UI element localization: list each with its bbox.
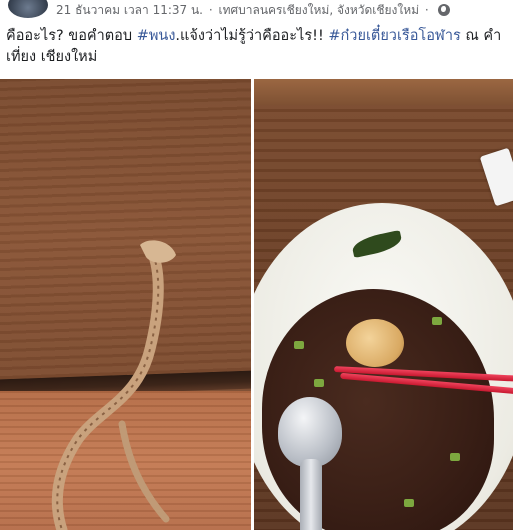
green-onion <box>432 317 442 325</box>
meta-separator: · <box>424 3 429 17</box>
globe-icon[interactable] <box>437 4 450 16</box>
meatball <box>346 319 404 367</box>
post-text: คืออะไร? ขอคำตอบ #พนง.แจ้งว่าไม่รู้ว่าคื… <box>6 26 506 68</box>
post-text-part2: .แจ้งว่าไม่รู้ว่าคืออะไร!! <box>175 28 329 44</box>
post-timestamp[interactable]: 21 ธันวาคม เวลา 11:37 น. <box>56 3 203 17</box>
foreign-object-image <box>51 240 176 530</box>
post-location[interactable]: เทศบาลนครเชียงใหม่, จังหวัดเชียงใหม่ <box>218 3 419 17</box>
post-meta: 21 ธันวาคม เวลา 11:37 น. · เทศบาลนครเชีย… <box>56 1 450 20</box>
spoon <box>278 397 342 467</box>
post-photo-right[interactable] <box>254 79 513 530</box>
post-text-part1: คืออะไร? ขอคำตอบ <box>6 28 137 44</box>
spoon-handle <box>300 459 322 530</box>
table-edge <box>254 79 513 105</box>
post-photo-left[interactable] <box>0 79 251 530</box>
green-onion <box>294 341 304 349</box>
meta-separator: · <box>208 3 213 17</box>
green-onion <box>314 379 324 387</box>
green-onion <box>450 453 460 461</box>
avatar[interactable] <box>6 0 50 20</box>
post-header: 21 ธันวาคม เวลา 11:37 น. · เทศบาลนครเชีย… <box>0 0 513 20</box>
hashtag-link[interactable]: #พนง <box>137 28 176 44</box>
hashtag-link[interactable]: #ก๋วยเตี๋ยวเรือโอฬาร <box>328 28 460 44</box>
green-onion <box>404 499 414 507</box>
